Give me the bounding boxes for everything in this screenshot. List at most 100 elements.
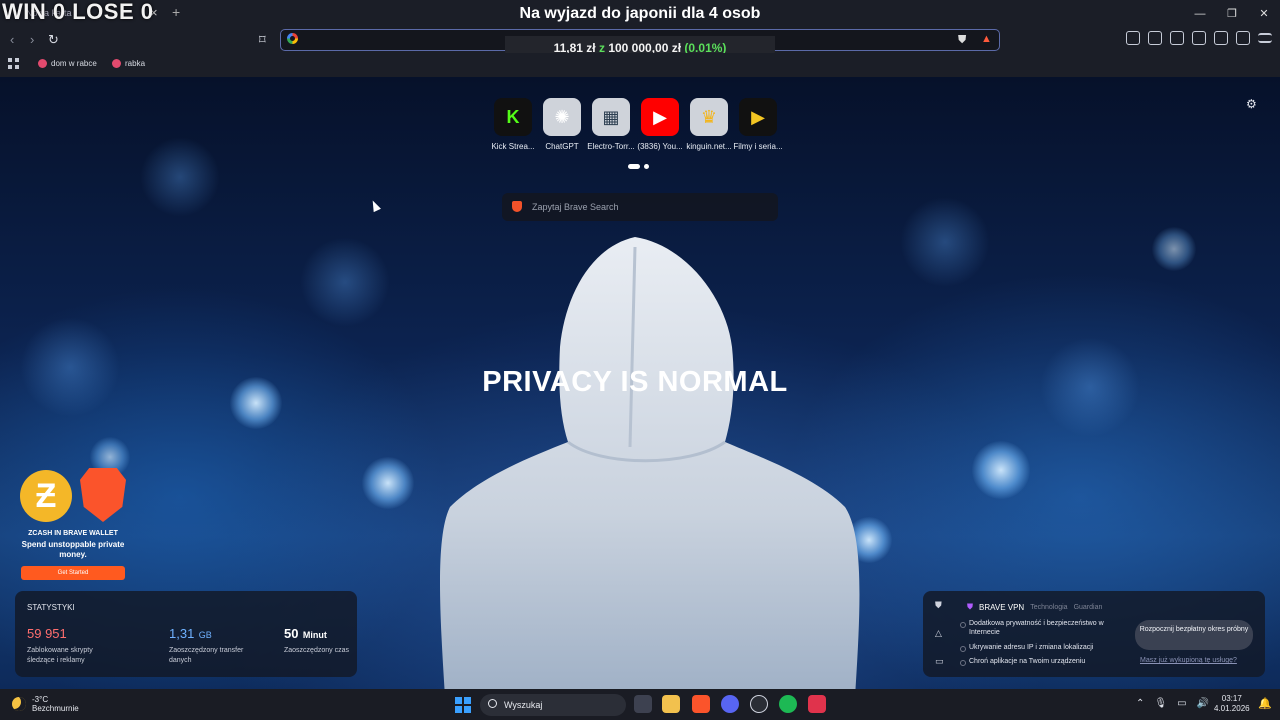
already-purchased-link[interactable]: Masz już wykupioną tę usługę?	[1140, 657, 1237, 664]
file-explorer-icon[interactable]	[662, 695, 680, 713]
volume-icon[interactable]: 🔊	[1197, 698, 1209, 709]
vpn-title: BRAVE VPN	[979, 602, 1025, 612]
minimize-icon[interactable]: —	[1184, 0, 1216, 28]
gear-icon[interactable]: ⚙	[1246, 97, 1257, 111]
stat-desc: Zaoszczędzony czas	[284, 647, 349, 654]
stat-desc: Zaoszczędzony transfer danych	[169, 647, 244, 664]
back-icon[interactable]: ‹	[10, 32, 14, 47]
stats-header: STATYSTYKI	[27, 603, 75, 612]
promo-title: ZCASH IN BRAVE WALLET	[28, 530, 118, 537]
bookmark-label: rabka	[125, 59, 146, 68]
bokeh-light	[362, 457, 414, 509]
window-title: Na wyjazd do japonii dla 4 osob	[519, 5, 761, 22]
crown-icon: ♛	[690, 98, 728, 136]
bookmark-item[interactable]: rabka	[112, 59, 145, 68]
network-icon[interactable]: ▭	[1177, 698, 1186, 709]
taskbar-search-label: Wyszukaj	[504, 700, 543, 710]
task-view-icon[interactable]	[634, 695, 652, 713]
leo-ai-icon[interactable]	[1214, 31, 1228, 45]
stat-time: 50 Minut Zaoszczędzony czas	[284, 625, 368, 656]
tiles-pagination	[628, 164, 649, 169]
kick-icon: K	[494, 98, 532, 136]
vpn-icon[interactable]	[1236, 31, 1250, 45]
google-icon	[287, 33, 298, 44]
wallet-icon[interactable]	[1192, 31, 1206, 45]
weather-desc: Bezchmurnie	[32, 704, 79, 713]
vpn-title-row: ⛊ BRAVE VPN Technologia Guardian	[967, 602, 1102, 612]
stat-bandwidth: 1,31 GB Zaoszczędzony transfer danych	[169, 625, 253, 666]
stat-value: 50	[284, 626, 299, 641]
forward-icon[interactable]: ›	[30, 32, 34, 47]
reload-icon[interactable]: ↻	[48, 32, 59, 48]
search-placeholder: Zapytaj Brave Search	[532, 202, 619, 212]
stat-value: 1,31	[169, 626, 195, 641]
top-site-tile[interactable]: ✺ ChatGPT	[543, 98, 581, 151]
weather-temp: -3°C	[32, 695, 49, 704]
brave-rewards-icon[interactable]: ▲	[981, 33, 992, 45]
spotify-icon[interactable]	[779, 695, 797, 713]
chevron-up-icon[interactable]: ⌃	[1136, 698, 1144, 709]
title-bar: Nowa karta × + Na wyjazd do japonii dla …	[0, 0, 1280, 28]
search-input[interactable]: Zapytaj Brave Search	[502, 193, 778, 221]
warning-icon[interactable]: △	[935, 628, 942, 639]
hooded-figure-image	[440, 237, 860, 689]
shield-icon[interactable]: ⛊	[935, 600, 942, 611]
hero-text: PRIVACY IS NORMAL	[482, 366, 788, 398]
extensions-icon[interactable]	[1126, 31, 1140, 45]
top-site-tile[interactable]: ▦ Electro-Torr...	[587, 98, 635, 151]
top-site-tile[interactable]: K Kick Strea...	[491, 98, 535, 151]
apps-grid-icon[interactable]	[8, 58, 19, 69]
bokeh-light	[140, 137, 220, 217]
search-icon	[488, 699, 497, 708]
clock-date: 4.01.2026	[1214, 704, 1250, 713]
sidebar-icon[interactable]	[1170, 31, 1184, 45]
system-tray: ⌃ 🎙 ▭ 🔊	[1136, 698, 1209, 709]
stat-trackers: 59 951 Zablokowane skrypty śledzące i re…	[27, 625, 111, 666]
start-trial-button[interactable]: Rozpocznij bezpłatny okres próbny	[1135, 620, 1253, 650]
notification-bell-icon[interactable]: 🔔	[1258, 697, 1272, 710]
top-site-tile[interactable]: ♛ kinguin.net...	[686, 98, 732, 151]
window-controls: — ❐ ✕	[1184, 0, 1280, 28]
get-started-button[interactable]: Get Started	[21, 566, 125, 580]
bookmarks-bar: dom w rabce rabka	[0, 53, 1280, 77]
bookmark-item[interactable]: dom w rabce	[38, 59, 97, 68]
taskbar-search[interactable]: Wyszukaj	[480, 694, 626, 716]
brave-browser-icon[interactable]	[692, 695, 710, 713]
brave-shields-icon[interactable]: ⛊	[958, 34, 966, 47]
clock[interactable]: 03:17 4.01.2026	[1214, 694, 1250, 714]
play-icon: ▶	[739, 98, 777, 136]
top-sites: K Kick Strea... ✺ ChatGPT ▦ Electro-Torr…	[491, 98, 783, 151]
steam-icon[interactable]	[750, 695, 768, 713]
bokeh-light	[300, 237, 390, 327]
menu-icon[interactable]	[1258, 33, 1272, 43]
zcash-icon: Ƶ	[20, 470, 72, 522]
folder-icon[interactable]: ▭	[935, 656, 944, 667]
tile-label: Filmy i seria...	[733, 142, 783, 151]
bokeh-light	[972, 441, 1030, 499]
top-site-tile[interactable]: ▶ Filmy i seria...	[733, 98, 783, 151]
brave-search-icon	[512, 201, 522, 212]
clock-time: 03:17	[1221, 694, 1242, 703]
electro-torrent-icon: ▦	[592, 98, 630, 136]
vpn-feature: Chroń aplikacje na Twoim urządzeniu	[960, 657, 1109, 666]
vpn-feature: Dodatkowa prywatność i bezpieczeństwo w …	[960, 619, 1109, 637]
bookmark-favicon-icon	[38, 59, 47, 68]
tab-manager-icon[interactable]	[1148, 31, 1162, 45]
page-dot[interactable]	[644, 164, 649, 169]
weather-widget[interactable]: -3°C Bezchmurnie	[12, 695, 79, 713]
app-icon[interactable]	[808, 695, 826, 713]
stat-unit: Minut	[302, 630, 327, 640]
discord-icon[interactable]	[721, 695, 739, 713]
moon-icon	[12, 697, 26, 711]
bookmark-icon[interactable]: ⌑	[259, 32, 266, 48]
microphone-icon[interactable]: 🎙	[1154, 698, 1167, 709]
chatgpt-icon: ✺	[543, 98, 581, 136]
page-dot-active[interactable]	[628, 164, 640, 169]
vpn-subtitle: Technologia	[1030, 603, 1068, 611]
vpn-partner: Guardian	[1073, 603, 1103, 611]
maximize-icon[interactable]: ❐	[1216, 0, 1248, 28]
windows-start-icon[interactable]	[455, 697, 471, 713]
close-window-icon[interactable]: ✕	[1248, 0, 1280, 28]
stats-card: STATYSTYKI 59 951 Zablokowane skrypty śl…	[15, 591, 357, 677]
top-site-tile[interactable]: ▶ (3836) You...	[637, 98, 683, 151]
